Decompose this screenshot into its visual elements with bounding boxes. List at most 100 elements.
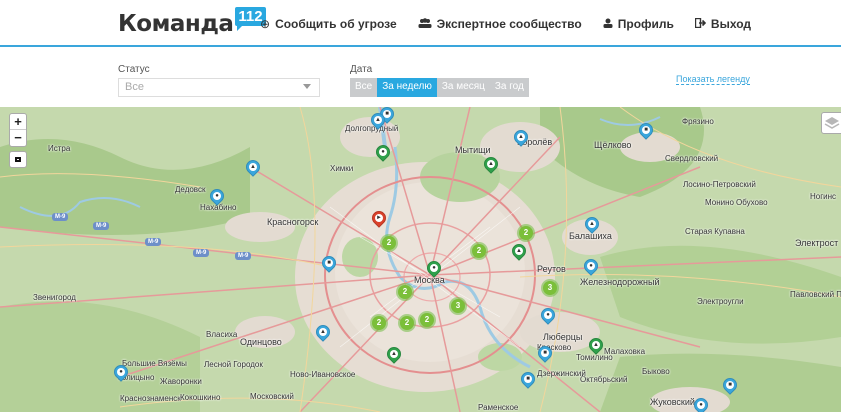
incident-pin[interactable]: ▲ [509, 241, 529, 264]
zoom-out-button[interactable]: − [10, 130, 26, 146]
map-label-lesnoy-gorodok: Лесной Городок [204, 360, 263, 369]
cluster-marker[interactable]: 3 [449, 297, 467, 315]
map-label-dedovsk: Дедовск [175, 185, 206, 194]
incident-pin[interactable]: ▲ [368, 110, 388, 133]
date-filter-all[interactable]: Все [350, 78, 378, 97]
plus-circle-icon: ⊕ [260, 17, 271, 31]
cluster-count: 2 [398, 285, 412, 299]
chevron-down-icon [303, 84, 311, 89]
incident-pin[interactable]: ▲ [582, 214, 602, 237]
nav-profile[interactable]: Профиль [603, 17, 674, 31]
map-label-zhavoronki: Жаворонки [160, 377, 202, 386]
cluster-count: 2 [382, 236, 396, 250]
cluster-marker[interactable]: 2 [470, 242, 488, 260]
incident-pin[interactable]: ■ [535, 343, 555, 366]
cctv-icon: ■ [642, 126, 650, 134]
fire-icon: ▲ [249, 163, 257, 171]
status-select[interactable]: Все [118, 78, 320, 97]
date-filter-month[interactable]: За месяц [436, 78, 490, 97]
date-filter-week[interactable]: За неделю [377, 78, 437, 97]
map-label-oktyabrsky: Октябрьский [580, 375, 628, 384]
incident-pin[interactable]: ▲ [586, 335, 606, 358]
cluster-count: 3 [543, 281, 557, 295]
top-header: Команда 112 ⊕ Сообщить об угрозе Эксперт… [0, 0, 841, 47]
car-icon: ● [697, 401, 705, 409]
incident-pin[interactable]: ■ [518, 369, 538, 392]
user-icon [603, 17, 613, 31]
map-label-losino-petrovsky: Лосино-Петровский [683, 180, 756, 189]
incident-pin[interactable]: ■ [636, 120, 656, 143]
incident-pin[interactable]: ● [207, 186, 227, 209]
map-label-reutov: Реутов [537, 264, 566, 274]
status-value: Все [125, 81, 144, 93]
incident-pin-selected[interactable]: ► [369, 208, 389, 231]
sign-out-icon [694, 17, 707, 31]
fire-icon: ▲ [588, 220, 596, 228]
incident-pin[interactable]: ● [691, 395, 711, 412]
fire-icon: ▲ [319, 328, 327, 336]
map-label-elektrougli: Электроугли [697, 297, 744, 306]
nav-logout-label: Выход [710, 17, 751, 31]
layers-button[interactable] [821, 112, 841, 134]
road-shield-m9: М-9 [93, 222, 110, 230]
cluster-marker[interactable]: 2 [396, 283, 414, 301]
map-label-zhukovsky: Жуковский [650, 397, 695, 407]
fire-icon: ▲ [374, 116, 382, 124]
map-label-lyubertsy: Люберцы [543, 332, 583, 342]
car-icon: ● [544, 311, 552, 319]
incident-pin[interactable]: ▲ [313, 322, 333, 345]
incident-pin[interactable]: ▲ [243, 157, 263, 180]
logo[interactable]: Команда 112 [118, 7, 266, 38]
cctv-icon: ■ [726, 381, 734, 389]
road-shield-m9: М-9 [235, 252, 252, 260]
date-label: Дата [350, 64, 373, 75]
cluster-marker[interactable]: 2 [418, 311, 436, 329]
road-shield-m9: М-9 [145, 238, 162, 246]
cluster-count: 2 [420, 313, 434, 327]
cctv-icon: ■ [524, 375, 532, 383]
cluster-marker[interactable]: 2 [517, 224, 535, 242]
car-icon: ● [117, 368, 125, 376]
show-legend-link[interactable]: Показать легенду [676, 74, 750, 85]
cluster-marker[interactable]: 2 [380, 234, 398, 252]
zoom-in-button[interactable]: + [10, 114, 26, 130]
map-label-nogins: Ногинс [810, 192, 837, 201]
map-label-bykovo: Быково [642, 367, 670, 376]
map[interactable]: Долгопрудный Химки Мытищи Королёв Щёлков… [0, 107, 841, 412]
cluster-marker[interactable]: 3 [541, 279, 559, 297]
cluster-marker[interactable]: 2 [370, 314, 388, 332]
incident-pin[interactable]: ▲ [384, 344, 404, 367]
map-label-krasnogorsk: Красногорск [267, 217, 319, 227]
layers-icon [824, 117, 840, 129]
incident-pin[interactable]: ● [538, 305, 558, 328]
cluster-marker[interactable]: 2 [398, 314, 416, 332]
map-label-shchelkovo: Щёлково [594, 140, 632, 150]
incident-pin[interactable]: ■ [319, 253, 339, 276]
map-label-mytishchi: Мытищи [455, 145, 491, 155]
nav-logout[interactable]: Выход [694, 17, 751, 31]
map-label-bolshie-vyazemy: Большие Вязёмы [122, 359, 187, 368]
map-label-krasnoznamensk: Краснознаменск [120, 394, 181, 403]
map-label-vlasikha: Власиха [206, 330, 238, 339]
incident-pin[interactable]: ● [111, 362, 131, 385]
fullscreen-button[interactable] [9, 151, 27, 168]
map-label-kokoshkino: Кокошкино [180, 393, 221, 402]
incident-pin[interactable]: ● [424, 258, 444, 281]
incident-pin[interactable]: ▲ [511, 127, 531, 150]
cluster-count: 2 [519, 226, 533, 240]
map-label-dzerzhinsky: Дзержинский [537, 369, 586, 378]
fire-icon: ▲ [592, 341, 600, 349]
fire-icon: ▲ [515, 247, 523, 255]
map-label-sverdlovsky: Свердловский [665, 154, 719, 163]
incident-pin[interactable]: ● [373, 142, 393, 165]
nav-report-threat[interactable]: ⊕ Сообщить об угрозе [260, 17, 397, 31]
cluster-count: 2 [472, 244, 486, 258]
date-filter-year[interactable]: За год [489, 78, 529, 97]
incident-pin[interactable]: ● [581, 256, 601, 279]
fire-icon: ▲ [487, 160, 495, 168]
cctv-icon: ■ [541, 349, 549, 357]
incident-pin[interactable]: ▲ [481, 154, 501, 177]
cluster-count: 3 [451, 299, 465, 313]
nav-expert-community[interactable]: Экспертное сообщество [418, 17, 582, 31]
incident-pin[interactable]: ■ [720, 375, 740, 398]
